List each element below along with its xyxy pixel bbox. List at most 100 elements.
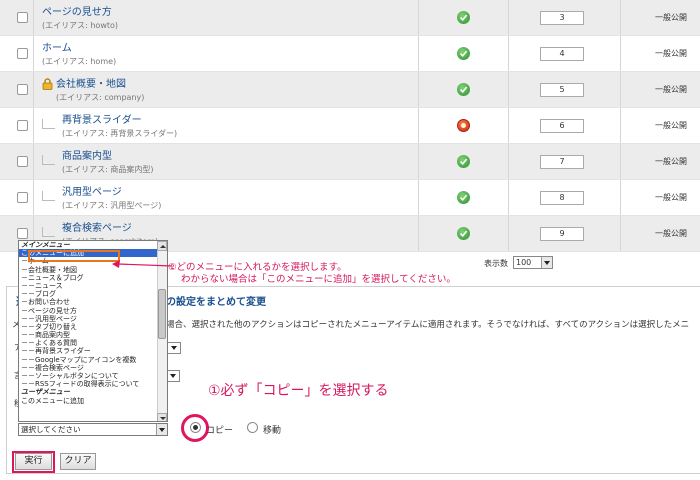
menu-item-link[interactable]: 商品案内型: [62, 150, 153, 163]
order-input[interactable]: 3: [540, 11, 584, 25]
copy-radio-label: コピー: [206, 426, 234, 436]
order-input[interactable]: 9: [540, 227, 584, 241]
published-check-icon[interactable]: [457, 155, 470, 168]
menu-target-placeholder: 選択してください: [21, 425, 81, 434]
table-row: 会社概要・地図 (エイリアス: company) 5 一般公開: [0, 72, 700, 108]
move-radio-label: 移動: [263, 426, 282, 436]
menu-item-title-cell: 汎用型ページ (エイリアス: 汎用型ページ): [62, 186, 161, 212]
listbox-option[interactable]: －－ニュース: [19, 282, 167, 290]
column-divider: [620, 0, 621, 35]
menu-item-title-cell: ホーム (エイリアス: home): [42, 42, 116, 68]
column-divider: [33, 108, 34, 143]
menu-item-link[interactable]: 再背景スライダー: [62, 114, 177, 127]
column-divider: [418, 36, 419, 71]
listbox-option[interactable]: －お問い合わせ: [19, 298, 167, 306]
menu-items-table: ページの見せ方 (エイリアス: howto) 3 一般公開 ホーム (エイリアス: hom…: [0, 0, 700, 252]
access-level: 一般公開: [655, 193, 687, 202]
menu-item-alias: (エイリアス: company): [56, 93, 145, 102]
row-checkbox[interactable]: [17, 120, 28, 131]
display-count-select[interactable]: 100: [513, 256, 553, 269]
listbox-option[interactable]: －－Googleマップにアイコンを複数: [19, 356, 167, 364]
row-checkbox[interactable]: [17, 192, 28, 203]
published-check-icon[interactable]: [457, 83, 470, 96]
column-divider: [33, 36, 34, 71]
menu-item-alias: (エイリアス: 汎用型ページ): [62, 201, 162, 210]
table-row: 汎用型ページ (エイリアス: 汎用型ページ) 8 一般公開: [0, 180, 700, 216]
menu-item-link[interactable]: ページの見せ方: [42, 6, 118, 19]
row-checkbox[interactable]: [17, 156, 28, 167]
menu-target-select[interactable]: 選択してください: [18, 423, 168, 436]
table-row: 再背景スライダー (エイリアス: 再背景スライダー) 6 一般公開: [0, 108, 700, 144]
column-divider: [418, 144, 419, 179]
highlight-add-to-menu: [28, 250, 120, 262]
column-divider: [418, 180, 419, 215]
menu-item-title-cell: 商品案内型 (エイリアス: 商品案内型): [62, 150, 153, 176]
batch-description: 場合、選択された他のアクションはコピーされたメニューアイテムに適用されます。そう…: [166, 320, 690, 330]
column-divider: [33, 180, 34, 215]
column-divider: [508, 72, 509, 107]
column-divider: [508, 36, 509, 71]
row-checkbox[interactable]: [17, 228, 28, 239]
column-divider: [620, 108, 621, 143]
table-row: 商品案内型 (エイリアス: 商品案内型) 7 一般公開: [0, 144, 700, 180]
published-check-icon[interactable]: [457, 47, 470, 60]
order-input[interactable]: 8: [540, 191, 584, 205]
column-divider: [620, 36, 621, 71]
menu-item-link[interactable]: 汎用型ページ: [62, 186, 161, 199]
row-checkbox[interactable]: [17, 12, 28, 23]
order-input[interactable]: 5: [540, 83, 584, 97]
column-divider: [418, 108, 419, 143]
listbox-option[interactable]: －－再背景スライダー: [19, 347, 167, 355]
chevron-down-icon: [541, 257, 552, 268]
column-divider: [418, 72, 419, 107]
clear-button[interactable]: クリア: [60, 453, 96, 470]
listbox-option[interactable]: －－複合検索ページ: [19, 364, 167, 372]
column-divider: [508, 216, 509, 251]
column-divider: [508, 108, 509, 143]
listbox-option[interactable]: －－汎用型ページ: [19, 315, 167, 323]
order-input[interactable]: 7: [540, 155, 584, 169]
menu-item-alias: (エイリアス: howto): [42, 21, 119, 30]
menu-item-alias: (エイリアス: 商品案内型): [62, 165, 154, 174]
column-divider: [33, 144, 34, 179]
column-divider: [418, 216, 419, 251]
language-select[interactable]: [166, 370, 180, 382]
listbox-option[interactable]: このメニューに追加: [19, 397, 167, 405]
copy-radio[interactable]: [190, 422, 201, 433]
published-check-icon[interactable]: [457, 191, 470, 204]
column-divider: [620, 72, 621, 107]
listbox-option[interactable]: －ページの見せ方: [19, 307, 167, 315]
order-input[interactable]: 4: [540, 47, 584, 61]
listbox-group-label: メインメニュー: [21, 241, 70, 249]
access-level: 一般公開: [655, 49, 687, 58]
column-divider: [620, 144, 621, 179]
row-checkbox[interactable]: [17, 84, 28, 95]
menu-item-link[interactable]: 複合検索ページ: [62, 222, 158, 235]
execute-button[interactable]: 実行: [15, 453, 52, 470]
listbox-option[interactable]: －ニュース＆ブログ: [19, 274, 167, 282]
row-checkbox[interactable]: [17, 48, 28, 59]
column-divider: [33, 72, 34, 107]
published-check-icon[interactable]: [457, 11, 470, 24]
access-level-select[interactable]: [167, 342, 181, 354]
access-level: 一般公開: [655, 229, 687, 238]
chevron-down-icon: [156, 424, 167, 435]
scroll-thumb[interactable]: [158, 289, 166, 339]
scroll-down-icon[interactable]: [157, 413, 167, 421]
batch-title: の設定をまとめて変更: [166, 297, 266, 308]
listbox-option[interactable]: －－RSSフィードの取得表示について: [19, 380, 167, 388]
tree-branch-icon: [42, 227, 55, 237]
menu-item-link[interactable]: ホーム: [42, 42, 116, 55]
scroll-up-icon[interactable]: [157, 241, 167, 251]
annotation-step2-line1: ②どのメニューに入れるかを選択します。: [168, 262, 347, 273]
menu-item-title-cell: ページの見せ方 (エイリアス: howto): [42, 6, 118, 32]
move-radio[interactable]: [247, 422, 258, 433]
display-count-label: 表示数: [484, 259, 508, 268]
listbox-option[interactable]: －－タブ切り替え: [19, 323, 167, 331]
unpublished-icon[interactable]: [457, 119, 470, 132]
listbox-option[interactable]: －－ソーシャルボタンについて: [19, 372, 167, 380]
order-input[interactable]: 6: [540, 119, 584, 133]
published-check-icon[interactable]: [457, 227, 470, 240]
display-count-value: 100: [516, 258, 532, 267]
menu-item-link[interactable]: 会社概要・地図: [56, 78, 144, 91]
